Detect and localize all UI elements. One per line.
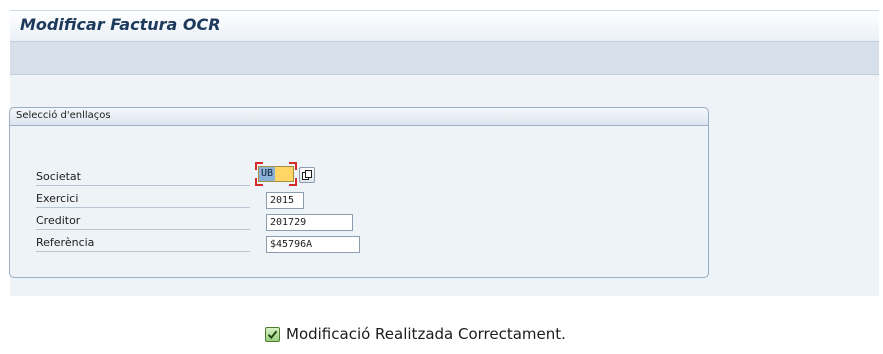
copy-button[interactable] (299, 167, 315, 183)
status-bar-message: Modificació Realitzada Correctament. (265, 322, 566, 346)
exercici-label: Exercici (36, 190, 250, 208)
sap-screen: Modificar Factura OCR Selecció d'enllaço… (0, 0, 883, 354)
exercici-input[interactable]: 2015 (266, 192, 304, 209)
creditor-label: Creditor (36, 212, 250, 230)
application-toolbar (10, 41, 879, 75)
creditor-input[interactable]: 201729 (266, 214, 353, 231)
title-bar: Modificar Factura OCR (10, 10, 879, 41)
status-message: Modificació Realitzada Correctament. (286, 325, 566, 343)
copy-icon (302, 170, 312, 180)
page-title: Modificar Factura OCR (20, 15, 221, 34)
referencia-input[interactable]: $45796A (266, 236, 360, 253)
group-header: Selecció d'enllaços (10, 108, 708, 126)
societat-input[interactable]: UB (258, 166, 294, 182)
societat-field-focus-frame: UB (255, 162, 297, 186)
referencia-label: Referència (36, 234, 250, 252)
societat-label: Societat (36, 168, 250, 186)
societat-input-value: UB (259, 167, 276, 181)
success-check-icon (265, 326, 280, 342)
group-title: Selecció d'enllaços (16, 110, 111, 121)
